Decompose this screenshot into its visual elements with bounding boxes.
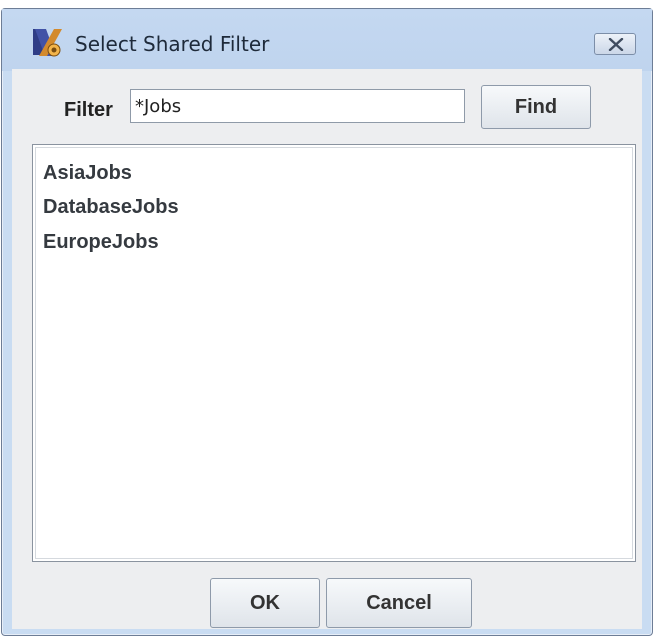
page: Select Shared Filter Filter Find AsiaJob… (0, 0, 657, 641)
close-icon (608, 38, 624, 51)
close-button[interactable] (594, 33, 636, 55)
list-item[interactable]: EuropeJobs (43, 231, 159, 254)
dialog-window: Select Shared Filter Filter Find AsiaJob… (1, 8, 653, 636)
cancel-button[interactable]: Cancel (326, 578, 472, 628)
list-item[interactable]: DatabaseJobs (43, 196, 179, 219)
list-item[interactable]: AsiaJobs (43, 162, 132, 185)
filter-label: Filter (64, 99, 113, 121)
app-logo-icon (32, 26, 63, 59)
filter-input[interactable] (130, 89, 465, 123)
dialog-content: Filter Find AsiaJobs DatabaseJobs Europe… (12, 69, 642, 629)
title-bar[interactable]: Select Shared Filter (2, 9, 652, 71)
window-title: Select Shared Filter (75, 32, 270, 56)
find-button[interactable]: Find (481, 85, 591, 129)
ok-button[interactable]: OK (210, 578, 320, 628)
results-list[interactable]: AsiaJobs DatabaseJobs EuropeJobs (32, 144, 636, 562)
